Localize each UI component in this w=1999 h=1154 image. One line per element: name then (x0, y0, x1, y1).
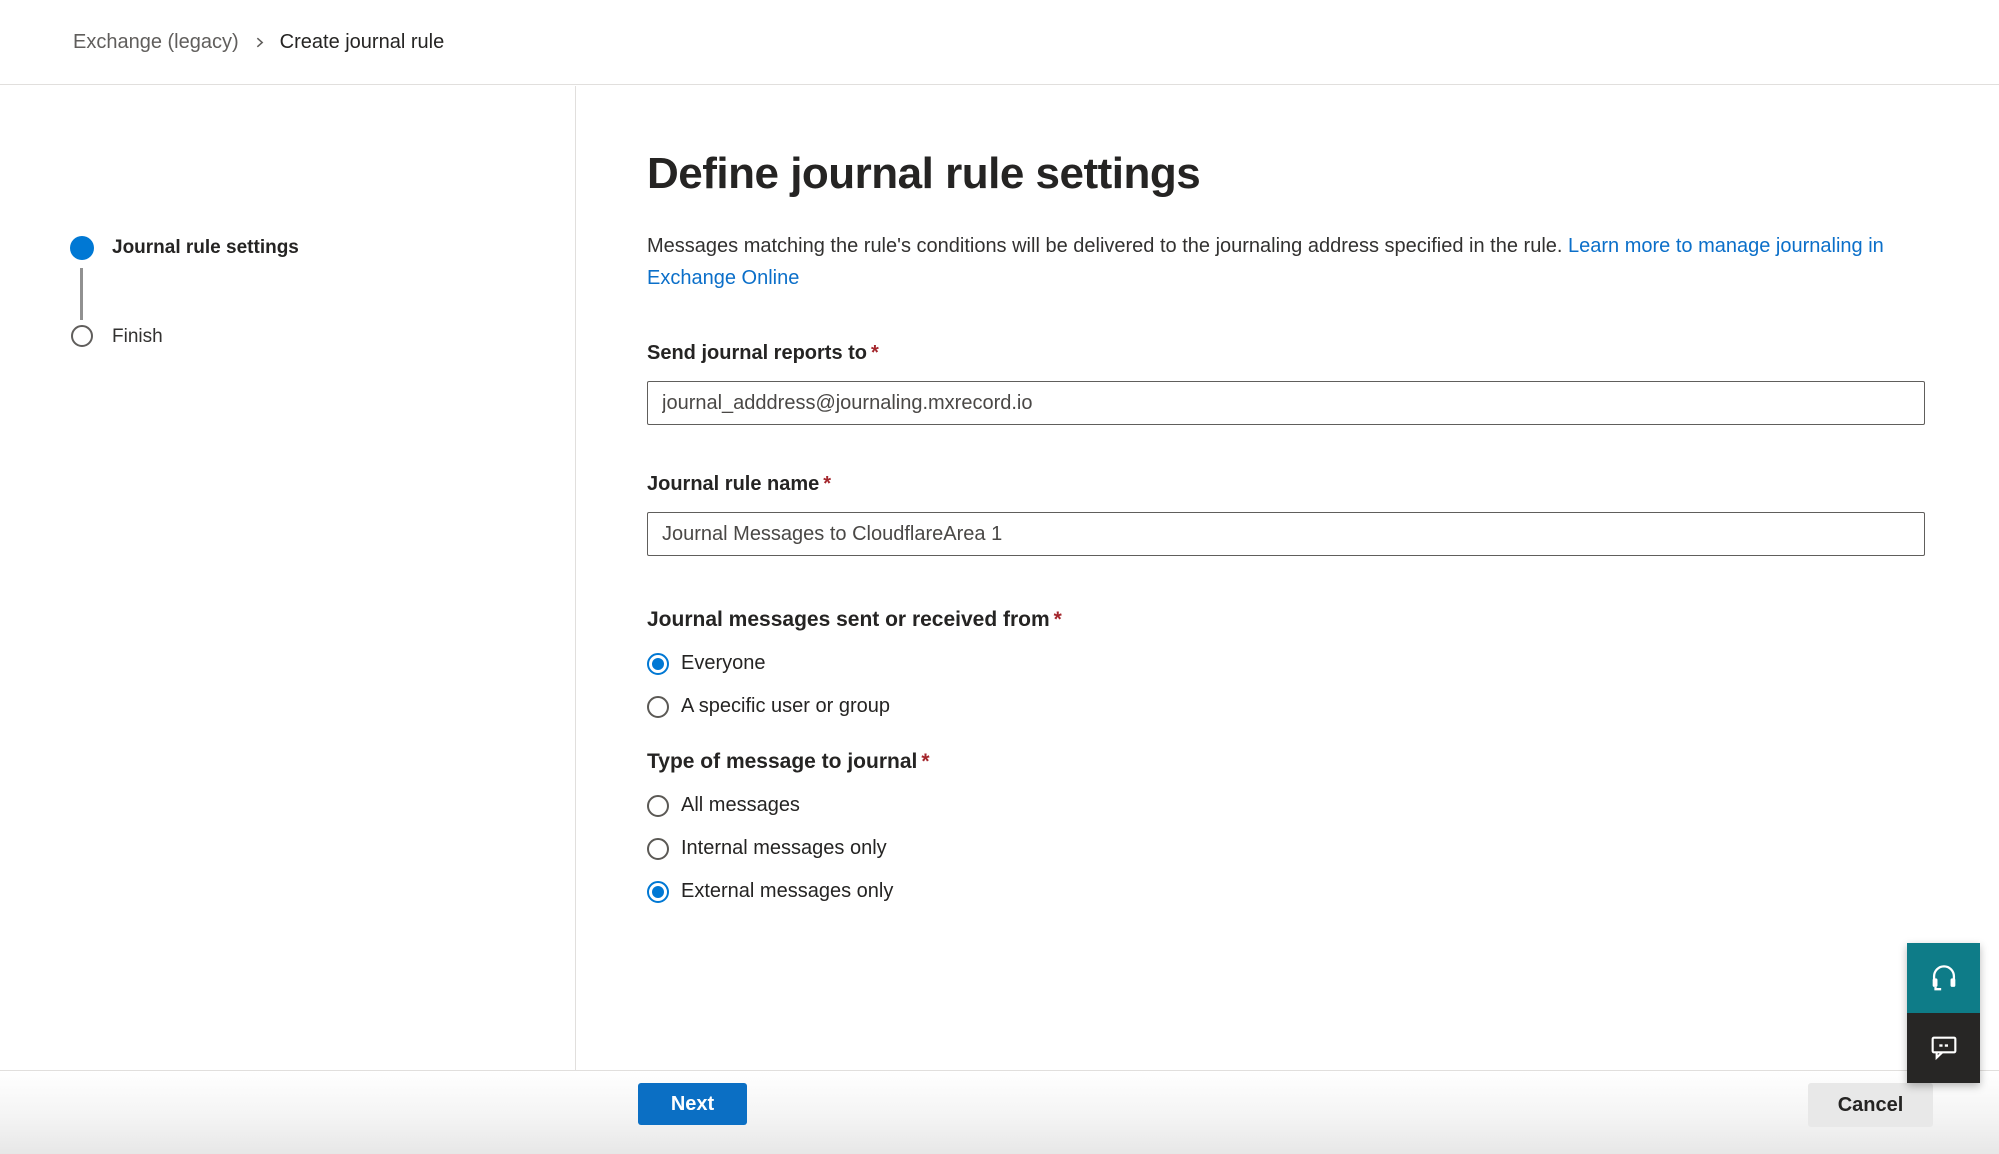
send-journal-reports-input[interactable] (647, 381, 1925, 425)
required-asterisk: * (1054, 608, 1062, 631)
breadcrumb-exchange-legacy[interactable]: Exchange (legacy) (73, 31, 239, 54)
page-title: Define journal rule settings (647, 148, 1925, 200)
wizard-step-journal-rule-settings: Journal rule settings (112, 237, 299, 259)
next-button[interactable]: Next (638, 1083, 747, 1125)
radio-button-icon[interactable] (647, 881, 669, 903)
radio-button-icon[interactable] (647, 795, 669, 817)
floating-action-stack (1907, 943, 1980, 1083)
chevron-right-icon (253, 36, 266, 49)
breadcrumb-create-journal-rule: Create journal rule (280, 31, 445, 54)
journal-rule-name-label: Journal rule name* (647, 473, 1925, 496)
feedback-button[interactable] (1907, 1013, 1980, 1083)
step-connector-line (80, 268, 83, 320)
send-journal-reports-label: Send journal reports to* (647, 342, 1925, 365)
main-content: Define journal rule settings Messages ma… (577, 86, 1999, 1070)
journal-rule-name-input[interactable] (647, 512, 1925, 556)
headset-icon (1927, 960, 1961, 997)
step-current-indicator (70, 236, 94, 260)
page-description: Messages matching the rule's conditions … (647, 230, 1887, 294)
description-text: Messages matching the rule's conditions … (647, 235, 1562, 257)
wizard-step-finish: Finish (112, 326, 163, 348)
radio-external-messages-only-label: External messages only (681, 880, 893, 903)
radio-all-messages-label: All messages (681, 794, 800, 817)
radio-internal-messages-only-label: Internal messages only (681, 837, 887, 860)
wizard-steps-panel: Journal rule settings Finish (0, 86, 576, 1070)
radio-button-icon[interactable] (647, 696, 669, 718)
radio-internal-messages-only[interactable]: Internal messages only (647, 837, 1925, 860)
required-asterisk: * (871, 342, 879, 364)
breadcrumb: Exchange (legacy) Create journal rule (73, 31, 444, 54)
required-asterisk: * (823, 473, 831, 495)
required-asterisk: * (921, 750, 929, 773)
help-button[interactable] (1907, 943, 1980, 1013)
step-upcoming-indicator (71, 325, 93, 347)
radio-button-icon[interactable] (647, 838, 669, 860)
radio-everyone[interactable]: Everyone (647, 652, 1925, 675)
radio-button-icon[interactable] (647, 653, 669, 675)
radio-specific-user-or-group-label: A specific user or group (681, 695, 890, 718)
message-type-group-label-text: Type of message to journal (647, 750, 917, 773)
top-bar: Exchange (legacy) Create journal rule (0, 0, 1999, 85)
radio-specific-user-or-group[interactable]: A specific user or group (647, 695, 1925, 718)
cancel-button[interactable]: Cancel (1808, 1083, 1933, 1127)
send-journal-reports-label-text: Send journal reports to (647, 342, 867, 364)
radio-everyone-label: Everyone (681, 652, 766, 675)
footer-action-bar: Next Cancel (0, 1070, 1999, 1154)
journal-scope-group-label-text: Journal messages sent or received from (647, 608, 1050, 631)
radio-external-messages-only[interactable]: External messages only (647, 880, 1925, 903)
message-type-group-label: Type of message to journal* (647, 750, 1925, 774)
feedback-icon (1928, 1031, 1960, 1066)
journal-scope-group-label: Journal messages sent or received from* (647, 608, 1925, 632)
radio-all-messages[interactable]: All messages (647, 794, 1925, 817)
journal-rule-name-label-text: Journal rule name (647, 473, 819, 495)
